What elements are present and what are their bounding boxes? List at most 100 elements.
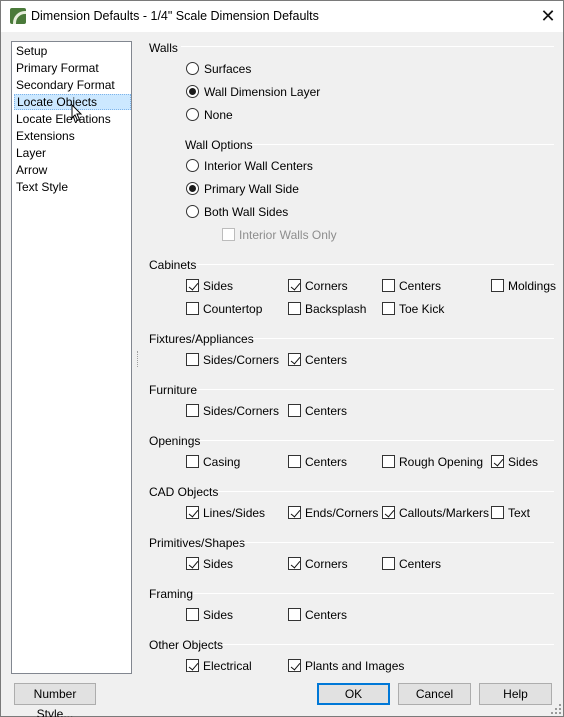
primitives-group-title: Primitives/Shapes xyxy=(149,536,246,550)
list-item-primary-format[interactable]: Primary Format xyxy=(14,60,131,76)
cabinets-sides-label[interactable]: Sides xyxy=(203,279,233,293)
ok-button[interactable]: OK xyxy=(317,683,390,705)
other-electrical-label[interactable]: Electrical xyxy=(203,659,252,673)
furniture-sides-corners-label[interactable]: Sides/Corners xyxy=(203,404,279,418)
interior-walls-only-label: Interior Walls Only xyxy=(239,228,337,242)
furniture-sides-corners-checkbox[interactable] xyxy=(186,404,199,417)
both-wall-sides-label[interactable]: Both Wall Sides xyxy=(204,205,288,219)
furniture-centers-checkbox[interactable] xyxy=(288,404,301,417)
cabinets-centers-label[interactable]: Centers xyxy=(399,279,441,293)
openings-sides-checkbox[interactable] xyxy=(491,455,504,468)
walls-dimension-layer-radio[interactable] xyxy=(186,85,199,98)
framing-divider xyxy=(193,593,554,594)
openings-rough-opening-checkbox[interactable] xyxy=(382,455,395,468)
primitives-corners-checkbox[interactable] xyxy=(288,557,301,570)
interior-walls-only-checkbox[interactable] xyxy=(222,228,235,241)
cabinets-backsplash-label[interactable]: Backsplash xyxy=(305,302,366,316)
primitives-sides-checkbox[interactable] xyxy=(186,557,199,570)
splitter-grip[interactable] xyxy=(137,351,139,367)
other-plants-images-label[interactable]: Plants and Images xyxy=(305,659,404,673)
framing-centers-checkbox[interactable] xyxy=(288,608,301,621)
framing-sides-checkbox[interactable] xyxy=(186,608,199,621)
list-item-layer[interactable]: Layer xyxy=(14,145,131,161)
walls-none-label[interactable]: None xyxy=(204,108,233,122)
cabinets-countertop-checkbox[interactable] xyxy=(186,302,199,315)
openings-centers-label[interactable]: Centers xyxy=(305,455,347,469)
cabinets-sides-checkbox[interactable] xyxy=(186,279,199,292)
list-item-setup[interactable]: Setup xyxy=(14,43,131,59)
walls-surfaces-radio[interactable] xyxy=(186,62,199,75)
framing-sides-label[interactable]: Sides xyxy=(203,608,233,622)
openings-group-title: Openings xyxy=(149,434,201,448)
cabinets-moldings-checkbox[interactable] xyxy=(491,279,504,292)
dialog-window: Dimension Defaults - 1/4" Scale Dimensio… xyxy=(0,0,564,717)
other-electrical-checkbox[interactable] xyxy=(186,659,199,672)
number-style-button[interactable]: Number Style... xyxy=(14,683,96,717)
framing-group-title: Framing xyxy=(149,587,194,601)
cad-ends-corners-checkbox[interactable] xyxy=(288,506,301,519)
title-bar[interactable]: Dimension Defaults - 1/4" Scale Dimensio… xyxy=(1,1,563,32)
cabinets-divider xyxy=(197,264,554,265)
furniture-divider xyxy=(198,389,554,390)
other-plants-images-checkbox[interactable] xyxy=(288,659,301,672)
wall-options-title: Wall Options xyxy=(185,138,253,152)
cabinets-corners-checkbox[interactable] xyxy=(288,279,301,292)
other-objects-divider xyxy=(223,644,554,645)
cad-text-checkbox[interactable] xyxy=(491,506,504,519)
cabinets-countertop-label[interactable]: Countertop xyxy=(203,302,262,316)
cad-callouts-markers-label[interactable]: Callouts/Markers xyxy=(399,506,489,520)
cabinets-backsplash-checkbox[interactable] xyxy=(288,302,301,315)
fixtures-sides-corners-label[interactable]: Sides/Corners xyxy=(203,353,279,367)
resize-grip-icon[interactable] xyxy=(551,704,561,714)
primary-wall-side-label[interactable]: Primary Wall Side xyxy=(204,182,299,196)
openings-sides-label[interactable]: Sides xyxy=(508,455,538,469)
walls-none-radio[interactable] xyxy=(186,108,199,121)
furniture-centers-label[interactable]: Centers xyxy=(305,404,347,418)
openings-casing-label[interactable]: Casing xyxy=(203,455,240,469)
category-list[interactable]: Setup Primary Format Secondary Format Lo… xyxy=(11,41,132,674)
fixtures-group-title: Fixtures/Appliances xyxy=(149,332,254,346)
fixtures-centers-label[interactable]: Centers xyxy=(305,353,347,367)
chief-architect-app-icon xyxy=(10,8,26,24)
openings-divider xyxy=(200,440,554,441)
cad-text-label[interactable]: Text xyxy=(508,506,530,520)
both-wall-sides-radio[interactable] xyxy=(186,205,199,218)
walls-surfaces-label[interactable]: Surfaces xyxy=(204,62,251,76)
wall-options-divider xyxy=(250,144,554,145)
cad-ends-corners-label[interactable]: Ends/Corners xyxy=(305,506,378,520)
cabinets-corners-label[interactable]: Corners xyxy=(305,279,348,293)
walls-dimension-layer-label[interactable]: Wall Dimension Layer xyxy=(204,85,320,99)
primitives-sides-label[interactable]: Sides xyxy=(203,557,233,571)
list-item-text-style[interactable]: Text Style xyxy=(14,179,131,195)
cad-callouts-markers-checkbox[interactable] xyxy=(382,506,395,519)
fixtures-sides-corners-checkbox[interactable] xyxy=(186,353,199,366)
primitives-centers-checkbox[interactable] xyxy=(382,557,395,570)
interior-wall-centers-radio[interactable] xyxy=(186,159,199,172)
list-item-extensions[interactable]: Extensions xyxy=(14,128,131,144)
cabinets-group-title: Cabinets xyxy=(149,258,197,272)
cabinets-centers-checkbox[interactable] xyxy=(382,279,395,292)
list-item-secondary-format[interactable]: Secondary Format xyxy=(14,77,131,93)
cad-lines-sides-label[interactable]: Lines/Sides xyxy=(203,506,265,520)
openings-rough-opening-label[interactable]: Rough Opening xyxy=(399,455,483,469)
openings-centers-checkbox[interactable] xyxy=(288,455,301,468)
cad-lines-sides-checkbox[interactable] xyxy=(186,506,199,519)
cabinets-moldings-label[interactable]: Moldings xyxy=(508,279,556,293)
cabinets-toe-kick-checkbox[interactable] xyxy=(382,302,395,315)
list-item-arrow[interactable]: Arrow xyxy=(14,162,131,178)
interior-wall-centers-label[interactable]: Interior Wall Centers xyxy=(204,159,313,173)
walls-group-title: Walls xyxy=(149,41,178,55)
fixtures-divider xyxy=(249,338,554,339)
primary-wall-side-radio[interactable] xyxy=(186,182,199,195)
primitives-centers-label[interactable]: Centers xyxy=(399,557,441,571)
framing-centers-label[interactable]: Centers xyxy=(305,608,347,622)
cancel-button[interactable]: Cancel xyxy=(398,683,471,705)
close-icon[interactable]: ✕ xyxy=(533,1,563,32)
cad-objects-divider xyxy=(216,491,554,492)
cabinets-toe-kick-label[interactable]: Toe Kick xyxy=(399,302,444,316)
openings-casing-checkbox[interactable] xyxy=(186,455,199,468)
help-button[interactable]: Help xyxy=(479,683,552,705)
furniture-group-title: Furniture xyxy=(149,383,198,397)
primitives-corners-label[interactable]: Corners xyxy=(305,557,348,571)
fixtures-centers-checkbox[interactable] xyxy=(288,353,301,366)
